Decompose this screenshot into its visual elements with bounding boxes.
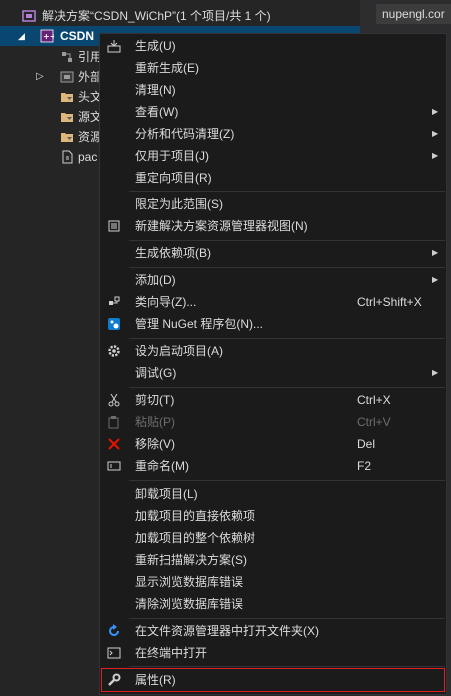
menu-item-open-in-explorer[interactable]: 在文件资源管理器中打开文件夹(X) <box>101 620 445 642</box>
menu-separator <box>129 387 445 388</box>
folder-filter-icon <box>61 113 73 122</box>
submenu-arrow-icon: ▶ <box>432 107 439 116</box>
tree-row-solution[interactable]: 解决方案“CSDN_WiChP”(1 个项目/共 1 个) <box>0 6 360 26</box>
menu-separator <box>129 480 445 481</box>
gear-icon <box>108 345 120 357</box>
svg-text:++: ++ <box>43 32 54 41</box>
folder-filter-icon <box>61 133 73 142</box>
expand-arrow-icon[interactable]: ▷ <box>36 67 44 87</box>
submenu-arrow-icon: ▶ <box>432 248 439 257</box>
menu-separator <box>129 618 445 619</box>
wrench-icon <box>108 673 121 686</box>
terminal-icon <box>107 647 121 659</box>
menu-item-set-startup[interactable]: 设为启动项目(A) <box>101 340 445 362</box>
menu-item-new-view[interactable]: 新建解决方案资源管理器视图(N) <box>101 215 445 237</box>
cpp-project-icon: ++ <box>40 29 54 43</box>
menu-item-retarget[interactable]: 重定向项目(R) <box>101 167 445 189</box>
folder-filter-icon <box>61 93 73 102</box>
menu-item-open-terminal[interactable]: 在终端中打开 <box>101 642 445 664</box>
menu-separator <box>129 666 445 667</box>
build-icon <box>107 40 121 53</box>
submenu-arrow-icon: ▶ <box>432 151 439 160</box>
menu-item-debug[interactable]: 调试(G) ▶ <box>101 362 445 384</box>
editor-tab[interactable]: nupengl.cor <box>376 4 451 24</box>
menu-item-remove[interactable]: 移除(V) Del <box>101 433 445 455</box>
solution-icon <box>22 10 36 22</box>
menu-separator <box>129 267 445 268</box>
menu-item-nuget[interactable]: 管理 NuGet 程序包(N)... <box>101 313 445 335</box>
solution-label: 解决方案“CSDN_WiChP”(1 个项目/共 1 个) <box>42 9 271 23</box>
context-menu: 生成(U) 重新生成(E) 清理(N) 查看(W) ▶ 分析和代码清理(Z) ▶ 仅… <box>99 33 447 695</box>
menu-item-load-dep-tree[interactable]: 加载项目的整个依赖树 <box>101 527 445 549</box>
refresh-arrow-icon <box>109 624 119 636</box>
paste-icon <box>108 416 119 429</box>
scissors-icon <box>108 393 120 407</box>
submenu-arrow-icon: ▶ <box>432 275 439 284</box>
submenu-arrow-icon: ▶ <box>432 368 439 377</box>
menu-item-unload[interactable]: 卸载项目(L) <box>101 483 445 505</box>
menu-item-class-wizard[interactable]: 类向导(Z)... Ctrl+Shift+X <box>101 291 445 313</box>
menu-separator <box>129 240 445 241</box>
menu-separator <box>129 338 445 339</box>
menu-item-properties[interactable]: 属性(R) <box>101 668 445 692</box>
menu-item-paste[interactable]: 粘贴(P) Ctrl+V <box>101 411 445 433</box>
expand-icon[interactable]: ◢ <box>18 26 25 46</box>
class-wizard-icon <box>109 296 120 305</box>
nuget-icon <box>108 318 120 330</box>
menu-item-project-only[interactable]: 仅用于项目(J) ▶ <box>101 145 445 167</box>
menu-item-view[interactable]: 查看(W) ▶ <box>101 101 445 123</box>
new-view-icon <box>108 220 120 232</box>
menu-item-clear-db-errors[interactable]: 清除浏览数据库错误 <box>101 593 445 615</box>
rename-icon <box>107 461 121 471</box>
menu-item-build-deps[interactable]: 生成依赖项(B) ▶ <box>101 242 445 264</box>
packages-label: pac <box>78 150 98 164</box>
submenu-arrow-icon: ▶ <box>432 129 439 138</box>
menu-item-load-direct-deps[interactable]: 加载项目的直接依赖项 <box>101 505 445 527</box>
menu-item-show-db-errors[interactable]: 显示浏览数据库错误 <box>101 571 445 593</box>
menu-item-scope[interactable]: 限定为此范围(S) <box>101 193 445 215</box>
menu-item-rescan[interactable]: 重新扫描解决方案(S) <box>101 549 445 571</box>
menu-item-rename[interactable]: 重命名(M) F2 <box>101 455 445 477</box>
project-label: CSDN <box>60 29 95 43</box>
menu-item-cut[interactable]: 剪切(T) Ctrl+X <box>101 389 445 411</box>
menu-separator <box>129 191 445 192</box>
config-file-icon <box>62 150 73 164</box>
external-deps-icon <box>60 71 74 83</box>
menu-item-analyze[interactable]: 分析和代码清理(Z) ▶ <box>101 123 445 145</box>
menu-item-add[interactable]: 添加(D) ▶ <box>101 269 445 291</box>
remove-icon <box>108 438 120 450</box>
menu-item-clean[interactable]: 清理(N) <box>101 79 445 101</box>
menu-item-build[interactable]: 生成(U) <box>101 35 445 57</box>
menu-item-rebuild[interactable]: 重新生成(E) <box>101 57 445 79</box>
references-icon <box>62 52 72 62</box>
